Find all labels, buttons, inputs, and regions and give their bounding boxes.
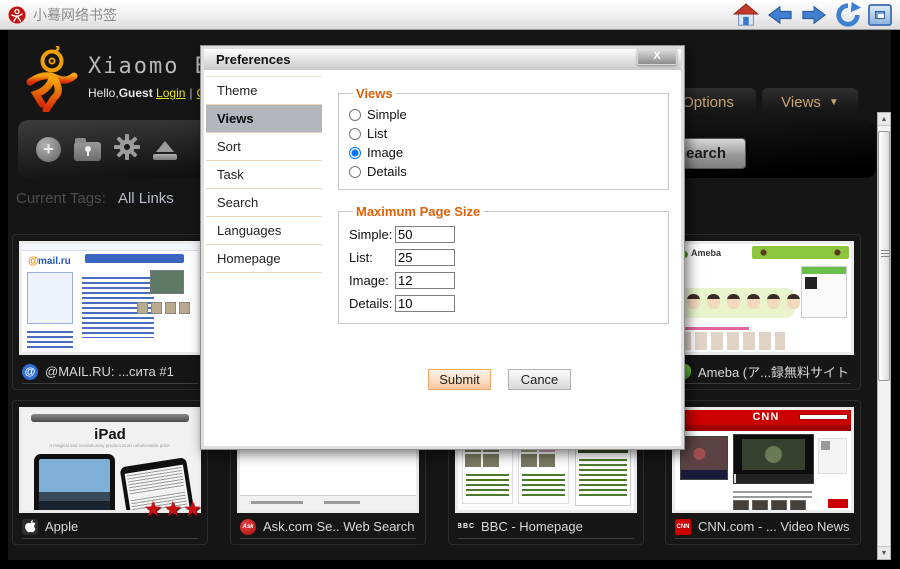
- login-link[interactable]: Login: [156, 86, 185, 100]
- sidebar-item-sort[interactable]: Sort: [206, 133, 322, 161]
- bookmark-card-apple[interactable]: iPad A magical and revolutionary product…: [12, 400, 208, 545]
- cnn-favicon: CNN: [675, 519, 691, 535]
- dialog-header[interactable]: Preferences: [204, 49, 681, 70]
- cancel-button[interactable]: Cance: [508, 369, 571, 390]
- dialog-buttons: Submit Cance: [338, 369, 571, 390]
- apple-favicon: [22, 519, 38, 535]
- ipad-tagline-text: A magical and revolutionary product at a…: [22, 443, 198, 448]
- ameba-logo-text: Ameba: [691, 248, 721, 258]
- titlebar: 小蓦网络书签: [0, 0, 900, 30]
- pagesize-legend: Maximum Page Size: [353, 204, 483, 219]
- radio-row-simple[interactable]: Simple: [349, 105, 658, 124]
- scroll-down-icon[interactable]: ▼: [878, 546, 890, 559]
- details-size-input[interactable]: [395, 295, 455, 312]
- sidebar-item-theme[interactable]: Theme: [206, 76, 322, 105]
- thumbnail-ameba: Ameba: [672, 241, 854, 355]
- upload-icon[interactable]: [153, 141, 177, 160]
- cnn-logo-text: CNN: [752, 411, 779, 423]
- current-tags-value[interactable]: All Links: [118, 190, 174, 207]
- current-tags-bar: Current Tags: All Links: [16, 190, 174, 207]
- app-window: 小蓦网络书签: [0, 0, 900, 569]
- app-logo: [22, 46, 80, 112]
- pagesize-row-image: Image:: [349, 269, 658, 292]
- thumbnail-cnn: CNN: [672, 407, 854, 513]
- radio-list[interactable]: [349, 128, 361, 140]
- bookmark-title: Apple: [45, 519, 78, 534]
- greeting-user: Guest: [119, 86, 153, 100]
- image-size-input[interactable]: [395, 272, 455, 289]
- bookmark-caption: Ameba (ア...録無料サイト: [675, 360, 851, 384]
- refresh-icon[interactable]: [834, 3, 862, 27]
- restore-icon[interactable]: [868, 4, 892, 26]
- app-icon: [8, 6, 26, 24]
- bookmark-title: BBC - Homepage: [481, 519, 583, 534]
- radio-simple[interactable]: [349, 109, 361, 121]
- bookmark-title: Ask.com Se.. Web Search: [263, 519, 415, 534]
- views-group: Views Simple List Image Details: [338, 86, 669, 190]
- back-icon[interactable]: [766, 3, 794, 27]
- bookmark-title: @MAIL.RU: ...сита #1: [45, 364, 174, 379]
- pagesize-group: Maximum Page Size Simple: List: Image: D…: [338, 204, 669, 324]
- scrollbar-thumb[interactable]: [878, 131, 890, 381]
- greeting-prefix: Hello,: [88, 86, 119, 100]
- bookmark-caption: Ask Ask.com Se.. Web Search: [240, 515, 416, 539]
- sidebar-item-task[interactable]: Task: [206, 161, 322, 189]
- bookmark-card-mailru[interactable]: @ mail.ru @ @MAIL.RU: ...сита #1: [12, 234, 208, 390]
- views-dropdown-button[interactable]: Views ▼: [762, 88, 858, 117]
- ipad-title-text: iPad: [22, 426, 198, 443]
- home-icon[interactable]: [732, 3, 760, 27]
- radio-details[interactable]: [349, 166, 361, 178]
- bookmark-caption: BBC BBC - Homepage: [458, 515, 634, 539]
- list-size-input[interactable]: [395, 249, 455, 266]
- sidebar-item-languages[interactable]: Languages: [206, 217, 322, 245]
- folder-lock-icon[interactable]: [74, 142, 101, 161]
- mailru-favicon: @: [22, 364, 38, 380]
- rating-stars[interactable]: ★★★: [144, 497, 203, 522]
- window-title: 小蓦网络书签: [33, 5, 117, 25]
- dialog-content: Views Simple List Image Details: [338, 86, 669, 324]
- pagesize-row-details: Details:: [349, 292, 658, 315]
- sidebar-item-homepage[interactable]: Homepage: [206, 245, 322, 273]
- pagesize-row-simple: Simple:: [349, 223, 658, 246]
- vertical-scrollbar[interactable]: ▲ ▼: [877, 112, 891, 560]
- bbc-favicon: BBC: [458, 519, 474, 535]
- add-icon[interactable]: +: [36, 137, 61, 162]
- scroll-up-icon[interactable]: ▲: [878, 113, 890, 126]
- preferences-dialog: Preferences x Theme Views Sort Task Sear…: [200, 45, 685, 450]
- close-icon[interactable]: x: [637, 48, 677, 65]
- bookmark-caption: @ @MAIL.RU: ...сита #1: [22, 360, 198, 384]
- radio-row-details[interactable]: Details: [349, 162, 658, 181]
- titlebar-actions: [732, 3, 892, 27]
- bookmark-caption: CNN CNN.com - ... Video News: [675, 515, 851, 539]
- current-tags-label: Current Tags:: [16, 190, 106, 207]
- link-divider: |: [189, 86, 192, 100]
- ask-favicon: Ask: [240, 519, 256, 535]
- mailru-logo-text: mail.ru: [38, 256, 71, 267]
- simple-size-input[interactable]: [395, 226, 455, 243]
- submit-button[interactable]: Submit: [428, 369, 491, 390]
- views-legend: Views: [353, 86, 396, 101]
- dialog-sidebar: Theme Views Sort Task Search Languages H…: [206, 76, 322, 273]
- sidebar-item-views[interactable]: Views: [206, 105, 322, 133]
- bookmark-title: CNN.com - ... Video News: [698, 519, 849, 534]
- bookmark-title: Ameba (ア...録無料サイト: [698, 362, 849, 381]
- forward-icon[interactable]: [800, 3, 828, 27]
- radio-row-list[interactable]: List: [349, 124, 658, 143]
- dialog-title: Preferences: [216, 52, 290, 67]
- pagesize-row-list: List:: [349, 246, 658, 269]
- gear-icon[interactable]: [114, 134, 140, 165]
- radio-row-image[interactable]: Image: [349, 143, 658, 162]
- radio-image[interactable]: [349, 147, 361, 159]
- sidebar-item-search[interactable]: Search: [206, 189, 322, 217]
- thumbnail-mailru: @ mail.ru: [19, 241, 201, 355]
- bookmark-card-ameba[interactable]: Ameba Ameba (ア...録無料サイト: [665, 234, 861, 390]
- chevron-down-icon: ▼: [829, 97, 839, 108]
- bookmark-card-cnn[interactable]: CNN CNN CNN.com - ... Video News: [665, 400, 861, 545]
- greeting: Hello,Guest Login|C: [88, 86, 205, 100]
